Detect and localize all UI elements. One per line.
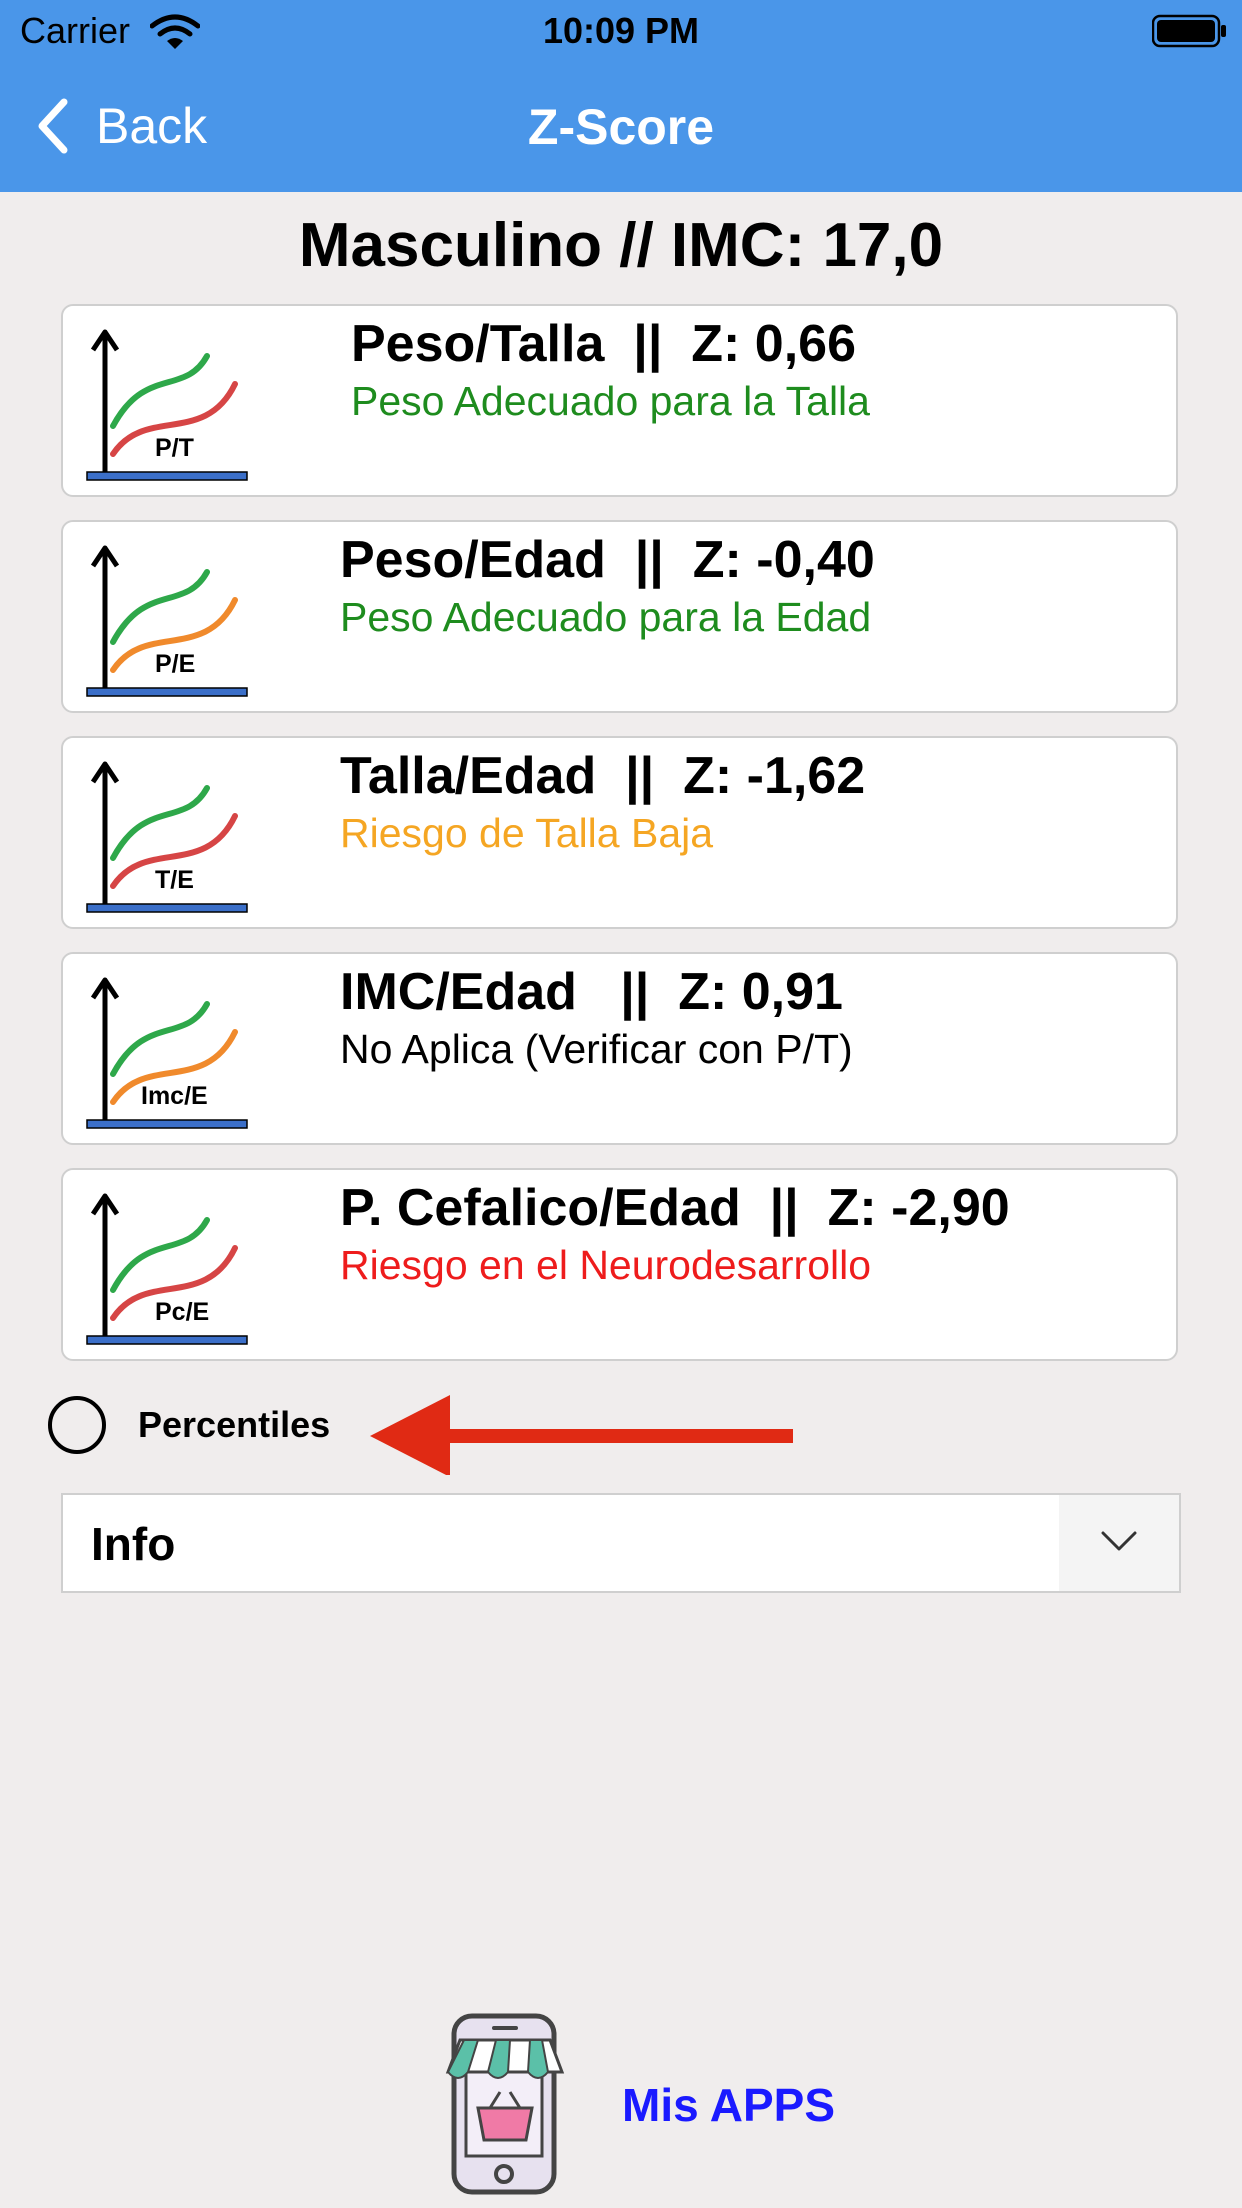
chart-icon-label: T/E xyxy=(155,866,194,894)
percentiles-radio[interactable] xyxy=(48,1396,106,1454)
mis-apps-link[interactable]: Mis APPS xyxy=(622,2078,835,2132)
page-title: Z-Score xyxy=(527,99,715,155)
patient-summary: Masculino // IMC: 17,0 xyxy=(298,211,944,280)
zscore-card[interactable]: P/T Peso/Talla || Z: 0,66 Peso Adecuado pa… xyxy=(61,304,1178,497)
zscore-card[interactable]: P/E Peso/Edad || Z: -0,40 Peso Adecuado pa… xyxy=(61,520,1178,713)
chart-icon-label: Imc/E xyxy=(141,1082,208,1110)
card-title: Talla/Edad || Z: -1,62 xyxy=(340,747,866,805)
card-status: Peso Adecuado para la Talla xyxy=(351,378,870,424)
info-label: Info xyxy=(91,1518,176,1570)
percentiles-label: Percentiles xyxy=(138,1404,331,1445)
card-title: Peso/Talla || Z: 0,66 xyxy=(351,315,856,373)
chart-icon-label: P/T xyxy=(155,434,194,462)
chevron-down-icon xyxy=(1101,1531,1137,1551)
zscore-card[interactable]: Imc/E IMC/Edad || Z: 0,91 No Aplica (Verif… xyxy=(61,952,1178,1145)
arrow-annotation-icon xyxy=(370,1395,793,1475)
zscore-card[interactable]: Pc/E P. Cefalico/Edad || Z: -2,90 Riesgo e… xyxy=(61,1168,1178,1361)
battery-icon xyxy=(1152,14,1226,48)
chart-icon-label: P/E xyxy=(155,650,196,678)
card-title: Peso/Edad || Z: -0,40 xyxy=(340,531,875,589)
status-time: 10:09 PM xyxy=(542,10,700,51)
card-title: IMC/Edad || Z: 0,91 xyxy=(340,963,843,1021)
navigation-bar: Carrier 10:09 PM Back Z-Score xyxy=(0,0,1242,192)
card-status: No Aplica (Verificar con P/T) xyxy=(340,1026,853,1072)
info-dropdown[interactable]: Info xyxy=(61,1493,1181,1593)
card-status: Riesgo en el Neurodesarrollo xyxy=(340,1242,872,1288)
dropdown-toggle[interactable] xyxy=(1059,1495,1179,1591)
app-store-icon[interactable] xyxy=(444,2012,566,2196)
chart-icon-label: Pc/E xyxy=(155,1298,210,1326)
card-status: Peso Adecuado para la Edad xyxy=(340,594,872,640)
card-status: Riesgo de Talla Baja xyxy=(340,810,714,856)
zscore-card[interactable]: T/E Talla/Edad || Z: -1,62 Riesgo de Talla… xyxy=(61,736,1178,929)
card-title: P. Cefalico/Edad || Z: -2,90 xyxy=(340,1179,1010,1237)
